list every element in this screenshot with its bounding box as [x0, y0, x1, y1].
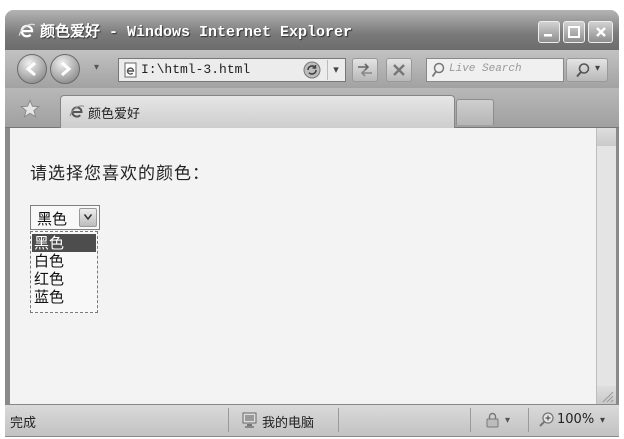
zoom-icon[interactable]	[538, 411, 556, 429]
minimize-button[interactable]	[538, 21, 560, 43]
forward-arrow-icon	[61, 61, 72, 77]
page-icon	[124, 62, 137, 78]
grip-icon	[602, 391, 614, 403]
select-dropdown-button[interactable]	[79, 208, 97, 227]
window-title: 颜色爱好 - Windows Internet Explorer	[40, 24, 353, 41]
search-box[interactable]: Live Search	[426, 58, 564, 82]
status-divider	[528, 408, 529, 432]
color-options-list: 黑色 白色 红色 蓝色	[30, 231, 98, 313]
magnifier-icon	[576, 63, 590, 78]
ie-logo-icon	[18, 23, 36, 38]
star-icon[interactable]	[20, 99, 40, 119]
status-divider	[228, 408, 229, 432]
select-option-black[interactable]: 黑色	[32, 234, 96, 252]
minimize-icon	[544, 34, 552, 37]
zoom-dropdown-icon[interactable]: ▾	[600, 415, 605, 426]
address-dropdown-icon[interactable]: ▾	[327, 60, 344, 80]
back-arrow-icon	[25, 61, 36, 77]
protected-mode-icon[interactable]	[484, 411, 502, 429]
color-prompt: 请选择您喜欢的颜色：	[30, 164, 210, 184]
refresh-icon[interactable]	[303, 61, 321, 79]
new-tab-button[interactable]	[456, 99, 494, 125]
stop-button[interactable]	[386, 58, 412, 82]
chevron-down-icon	[84, 214, 92, 220]
status-text: 完成	[10, 416, 37, 431]
back-button[interactable]	[17, 54, 47, 84]
zoom-level[interactable]: 100%	[557, 412, 594, 427]
scroll-up-button[interactable]	[597, 128, 616, 146]
protected-mode-dropdown-icon[interactable]: ▾	[505, 415, 510, 426]
color-select[interactable]: 黑色	[30, 205, 100, 230]
security-zone[interactable]: 我的电脑	[262, 412, 314, 431]
maximize-button[interactable]	[563, 21, 585, 43]
status-divider	[338, 408, 339, 432]
select-option-red[interactable]: 红色	[32, 270, 96, 288]
select-option-white[interactable]: 白色	[32, 252, 96, 270]
status-divider	[470, 408, 471, 432]
forward-button[interactable]	[50, 54, 80, 84]
tab-label: 颜色爱好	[88, 107, 141, 122]
go-arrows-icon	[358, 63, 372, 77]
search-input[interactable]: Live Search	[449, 63, 522, 75]
maximize-icon	[568, 26, 580, 38]
color-select-value: 黑色	[37, 210, 68, 228]
computer-icon	[242, 412, 257, 428]
go-button[interactable]	[352, 58, 378, 82]
ie-page-icon	[69, 105, 85, 118]
search-provider-icon	[431, 62, 445, 78]
address-bar[interactable]: I:\html-3.html ▾	[118, 58, 346, 82]
stop-icon	[393, 64, 405, 76]
vertical-scrollbar[interactable]	[596, 128, 616, 404]
resize-grip[interactable]	[597, 386, 616, 404]
close-icon	[595, 27, 606, 37]
recent-pages-dropdown[interactable]: ▾	[94, 62, 99, 73]
select-option-blue[interactable]: 蓝色	[32, 288, 96, 306]
search-dropdown-icon: ▾	[595, 63, 601, 74]
search-button[interactable]: ▾	[566, 58, 608, 82]
tab-active[interactable]: 颜色爱好	[60, 95, 455, 128]
close-button[interactable]	[588, 21, 613, 43]
address-input[interactable]: I:\html-3.html	[141, 62, 250, 77]
